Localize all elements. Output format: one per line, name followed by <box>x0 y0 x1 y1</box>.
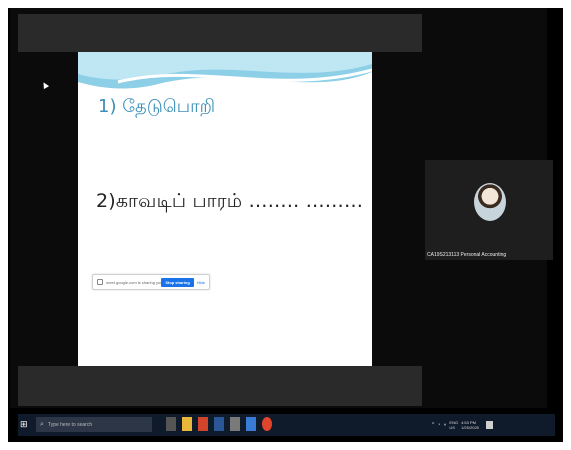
participant-avatar <box>474 183 506 221</box>
search-placeholder: Type here to search <box>47 421 93 428</box>
slide-item-1: 1) தேடுபொறி <box>98 96 216 117</box>
hide-button[interactable]: Hide <box>197 280 205 285</box>
mail-icon[interactable] <box>246 417 256 431</box>
word-app-icon[interactable] <box>214 417 224 431</box>
system-tray: ^ ◔ ◖ ENG US 4:53 PM 1/25/2025 <box>432 417 548 432</box>
chrome-icon[interactable] <box>262 417 272 431</box>
network-icon[interactable]: ◔ <box>437 422 440 428</box>
search-icon: ⌕ <box>40 420 44 428</box>
windows-start-icon[interactable]: ⊞ <box>20 419 30 429</box>
participant-name: CA19S213113 Personal Accounting <box>427 252 507 258</box>
taskbar-app-icons <box>166 417 272 431</box>
presentation-slide: 1) தேடுபொறி 2)காவடிப் பாரம் …….. ……… <box>78 52 372 366</box>
share-message: meet.google.com is sharing your screen. <box>106 279 161 285</box>
tray-chevron-icon[interactable]: ^ <box>432 422 434 428</box>
volume-icon[interactable]: ◖ <box>443 422 446 428</box>
store-icon[interactable] <box>230 417 240 431</box>
screen-share-notice: meet.google.com is sharing your screen. … <box>92 274 210 290</box>
clock-date: 1/25/2025 <box>461 424 479 430</box>
file-explorer-icon[interactable] <box>182 417 192 431</box>
language-indicator[interactable]: ENG US <box>449 420 458 430</box>
office-app-icon[interactable] <box>198 417 208 431</box>
clock[interactable]: 4:53 PM 1/25/2025 <box>461 420 479 430</box>
stop-sharing-button[interactable]: Stop sharing <box>161 277 194 287</box>
taskbar-search-box[interactable]: ⌕ Type here to search <box>36 417 152 432</box>
notification-icon[interactable] <box>485 420 493 429</box>
meeting-bottom-bar <box>18 366 422 406</box>
task-view-icon[interactable] <box>166 417 176 431</box>
slide-item-2: 2)காவடிப் பாரம் …….. ……… <box>96 190 364 212</box>
language-region: US <box>449 424 455 430</box>
meeting-top-bar <box>18 14 422 52</box>
share-screen-icon <box>97 279 103 285</box>
